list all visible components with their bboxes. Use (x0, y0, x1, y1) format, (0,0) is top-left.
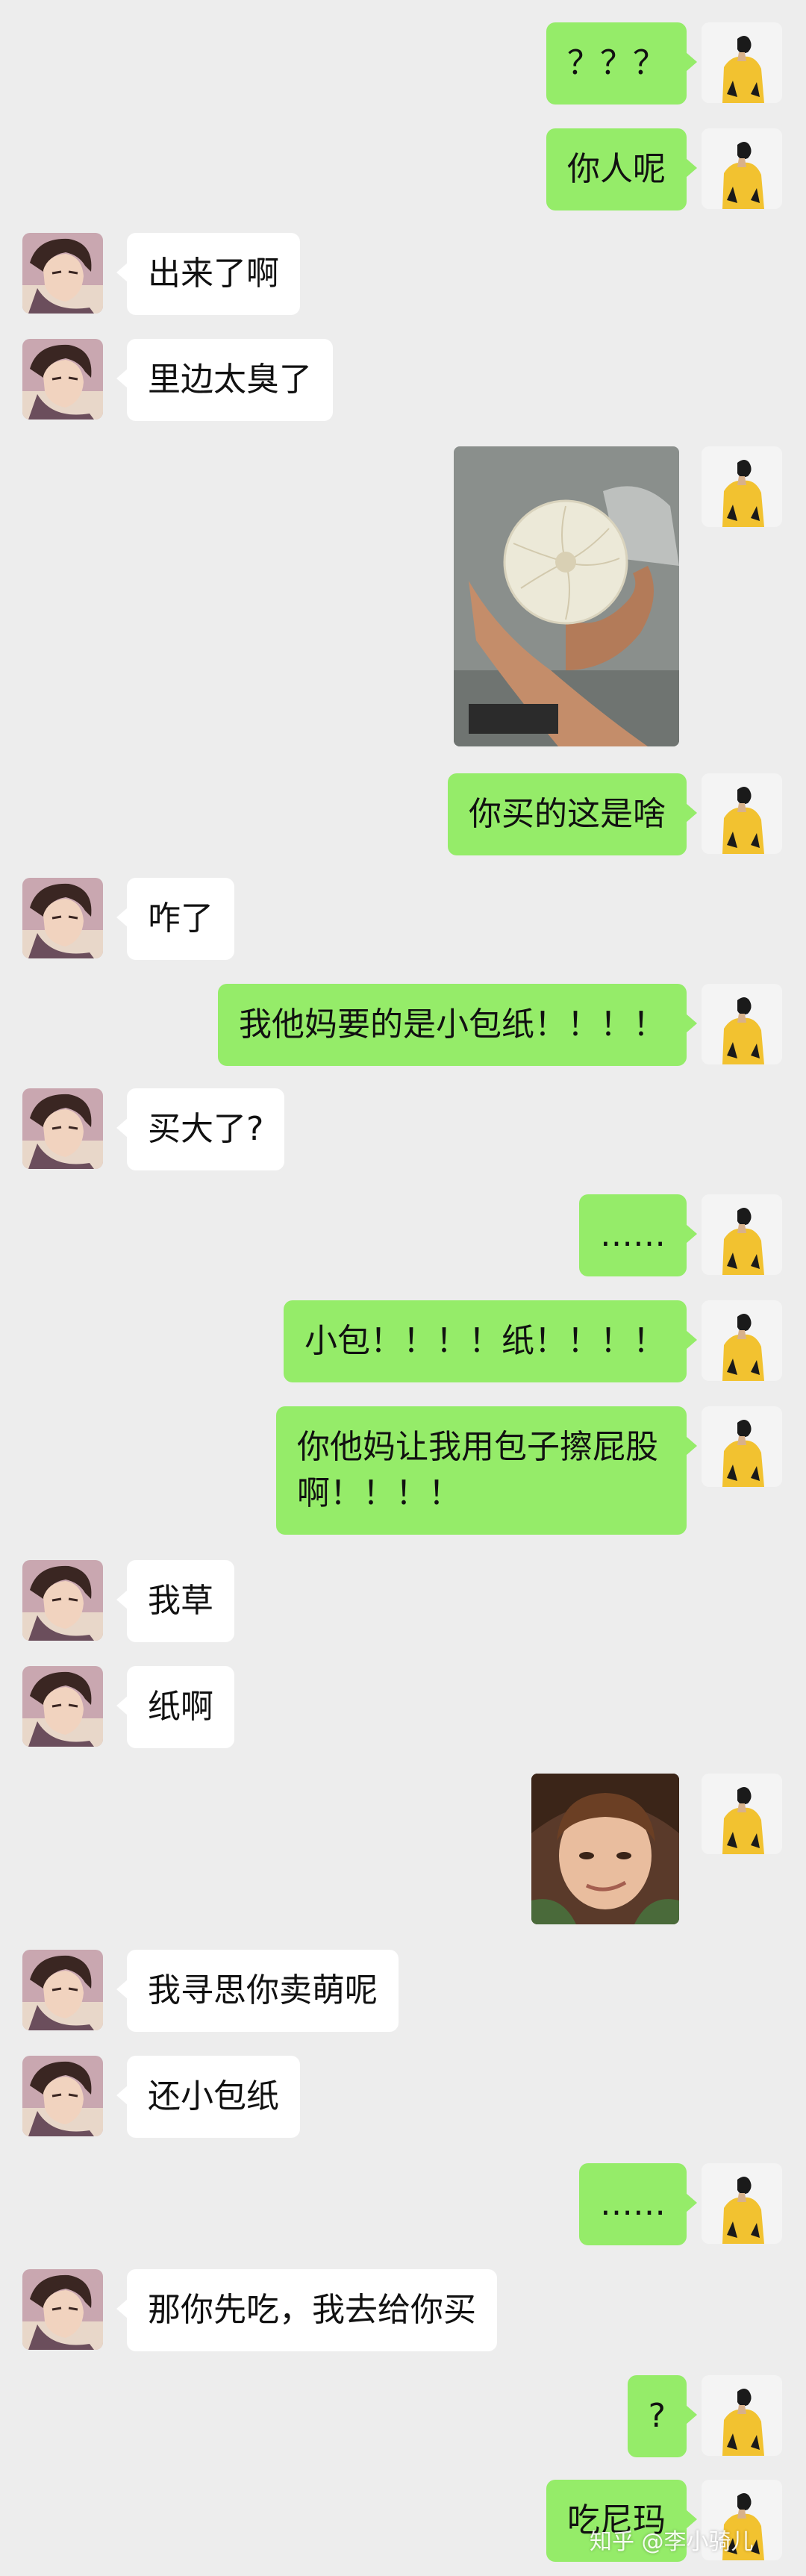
chat-bubble-incoming[interactable]: 纸啊 (116, 1666, 234, 1748)
friend-avatar[interactable] (22, 2269, 103, 2350)
chat-bubble-incoming[interactable]: 还小包纸 (116, 2056, 300, 2138)
chat-bubble-outgoing[interactable]: 你买的这是啥 (448, 773, 697, 855)
avatar-icon (702, 984, 782, 1064)
watermark-text: 知乎 @李小骑儿 (590, 2529, 754, 2555)
avatar-icon (22, 1950, 103, 2030)
chat-bubble-outgoing[interactable]: ? (627, 2375, 698, 2457)
user-avatar[interactable] (702, 1194, 782, 1275)
user-avatar[interactable] (702, 2163, 782, 2244)
user-avatar[interactable] (702, 22, 782, 103)
friend-avatar[interactable] (22, 339, 103, 420)
chat-bubble-incoming[interactable]: 我寻思你卖萌呢 (116, 1950, 399, 2032)
user-avatar[interactable] (702, 1300, 782, 1381)
friend-avatar[interactable] (22, 1666, 103, 1747)
friend-avatar[interactable] (22, 1088, 103, 1169)
chat-bubble-outgoing[interactable]: …… (579, 2163, 697, 2245)
avatar-icon (22, 339, 103, 420)
avatar-icon (22, 2056, 103, 2136)
chat-bubble-outgoing[interactable]: 小包！！！！纸！！！！ (284, 1300, 697, 1382)
smirking-kid-meme[interactable] (531, 1774, 679, 1924)
avatar-icon (702, 1774, 782, 1854)
avatar-icon (702, 2163, 782, 2244)
avatar-icon (702, 1194, 782, 1275)
chat-bubble-incoming[interactable]: 咋了 (116, 878, 234, 960)
avatar-icon (702, 22, 782, 103)
steamed-bun-photo[interactable] (454, 446, 679, 746)
friend-avatar[interactable] (22, 2056, 103, 2136)
chat-bubble-incoming[interactable]: 里边太臭了 (116, 339, 333, 421)
avatar-icon (702, 446, 782, 527)
avatar-icon (702, 773, 782, 854)
avatar-icon (702, 128, 782, 209)
user-avatar[interactable] (702, 773, 782, 854)
user-avatar[interactable] (702, 446, 782, 527)
user-avatar[interactable] (702, 128, 782, 209)
chat-bubble-incoming[interactable]: 出来了啊 (116, 233, 300, 315)
chat-bubble-outgoing[interactable]: 你人呢 (546, 128, 697, 210)
avatar-icon (702, 1406, 782, 1487)
chat-bubble-outgoing[interactable]: 我他妈要的是小包纸！！！！ (218, 984, 697, 1066)
chat-bubble-incoming[interactable]: 那你先吃，我去给你买 (116, 2269, 497, 2351)
chat-bubble-outgoing[interactable]: 你他妈让我用包子擦屁股啊！！！！ (276, 1406, 697, 1535)
chat-bubble-incoming[interactable]: 买大了? (116, 1088, 285, 1170)
chat-bubble-outgoing[interactable]: …… (579, 1194, 697, 1276)
user-avatar[interactable] (702, 1406, 782, 1487)
user-avatar[interactable] (702, 1774, 782, 1854)
avatar-icon (22, 878, 103, 958)
avatar-icon (22, 233, 103, 314)
avatar-icon (22, 2269, 103, 2350)
avatar-icon (702, 1300, 782, 1381)
user-avatar[interactable] (702, 984, 782, 1064)
avatar-icon (22, 1560, 103, 1641)
avatar-icon (22, 1666, 103, 1747)
avatar-icon (702, 2375, 782, 2456)
chat-bubble-outgoing[interactable]: ？？？ (546, 22, 697, 105)
friend-avatar[interactable] (22, 1560, 103, 1641)
friend-avatar[interactable] (22, 233, 103, 314)
avatar-icon (22, 1088, 103, 1169)
chat-bubble-incoming[interactable]: 我草 (116, 1560, 234, 1642)
friend-avatar[interactable] (22, 878, 103, 958)
friend-avatar[interactable] (22, 1950, 103, 2030)
user-avatar[interactable] (702, 2375, 782, 2456)
